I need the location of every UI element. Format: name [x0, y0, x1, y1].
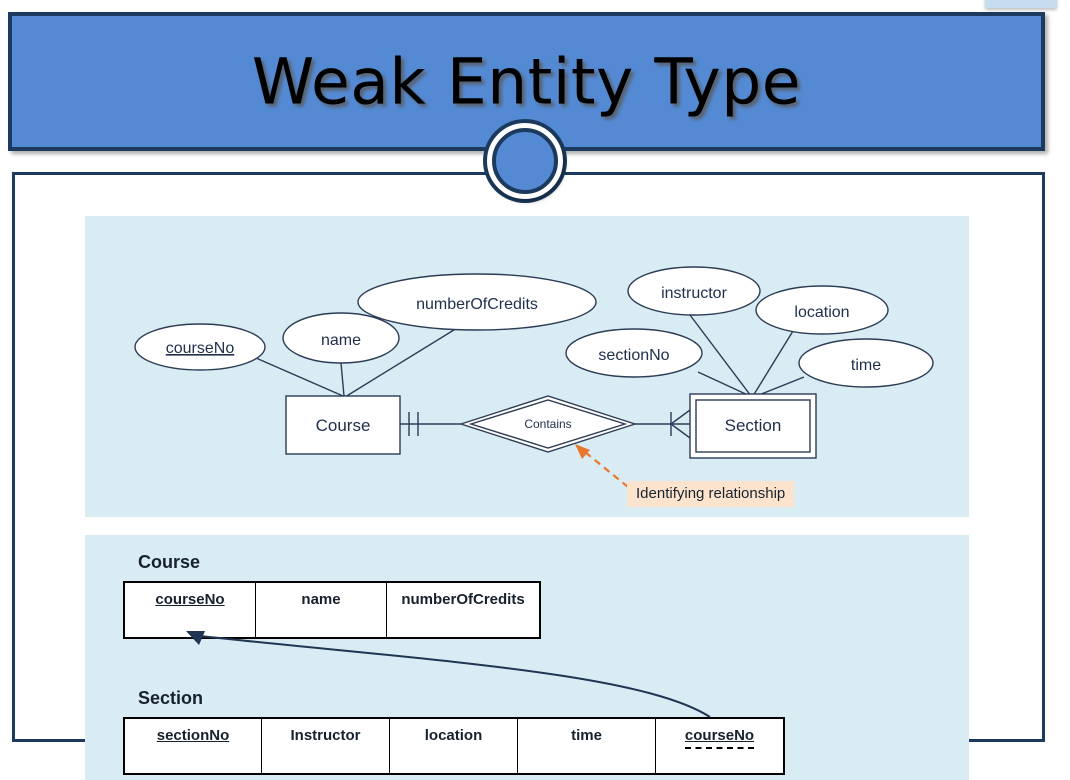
column-header-courseno-fk[interactable]: courseNo	[655, 717, 785, 775]
attribute-courseno-label: courseNo	[166, 340, 235, 357]
column-header-time[interactable]: time	[517, 717, 656, 775]
column-header-sectionno[interactable]: sectionNo	[123, 717, 262, 775]
attribute-name[interactable]: name	[282, 312, 400, 364]
column-header-location[interactable]: location	[389, 717, 518, 775]
attribute-location[interactable]: location	[755, 285, 889, 335]
column-header-courseno[interactable]: courseNo	[123, 581, 256, 639]
table-row: courseNo name numberOfCredits	[123, 581, 541, 639]
relation-title-course: Course	[138, 552, 201, 572]
annotation-arrow	[575, 444, 629, 488]
relation-table-section[interactable]: sectionNo Instructor location time cours…	[123, 717, 785, 775]
entity-section-label: Section	[725, 416, 782, 435]
attribute-time-label: time	[851, 357, 881, 374]
attribute-instructor[interactable]: instructor	[627, 266, 761, 316]
attribute-numberofcredits[interactable]: numberOfCredits	[357, 273, 597, 331]
relation-table-course[interactable]: courseNo name numberOfCredits	[123, 581, 541, 639]
table-row: sectionNo Instructor location time cours…	[123, 717, 785, 775]
attribute-location-label: location	[794, 304, 849, 321]
attribute-time[interactable]: time	[798, 338, 934, 388]
column-header-numberofcredits[interactable]: numberOfCredits	[386, 581, 541, 639]
column-header-name[interactable]: name	[255, 581, 387, 639]
attribute-sectionno[interactable]: sectionNo	[565, 328, 703, 378]
relation-title-section: Section	[138, 688, 204, 708]
attribute-numberofcredits-label: numberOfCredits	[416, 296, 538, 313]
attribute-sectionno-label: sectionNo	[598, 347, 669, 364]
relationship-contains-label: Contains	[524, 417, 571, 431]
attribute-name-label: name	[321, 332, 361, 349]
slide-canvas: Weak Entity Type Course Section courseNo…	[0, 0, 1070, 780]
identifying-relationship-callout: Identifying relationship	[627, 481, 795, 507]
column-header-instructor[interactable]: Instructor	[261, 717, 390, 775]
decorative-circle	[487, 123, 563, 199]
attribute-courseno[interactable]: courseNo	[134, 323, 266, 371]
entity-course-label: Course	[316, 416, 371, 435]
attribute-instructor-label: instructor	[661, 285, 727, 302]
